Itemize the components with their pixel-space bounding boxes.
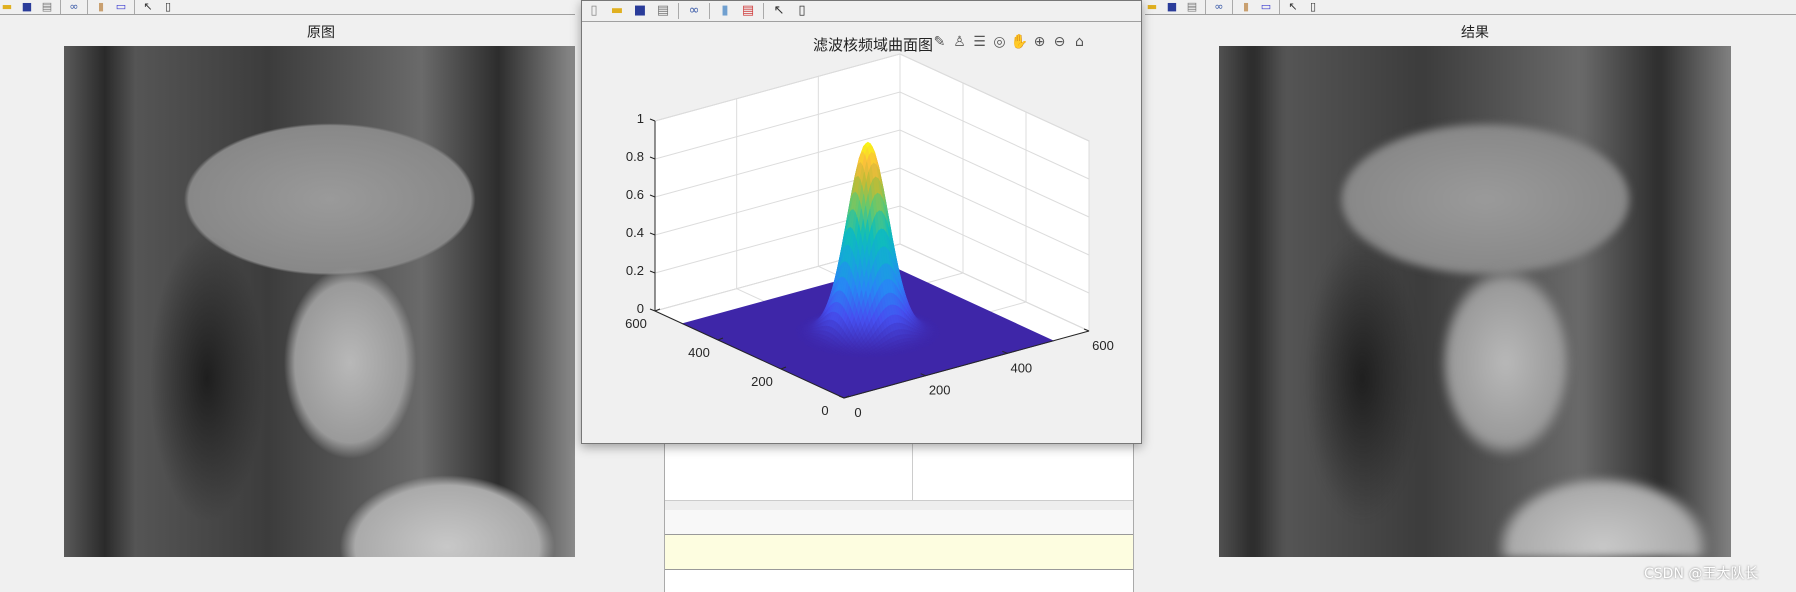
panel-column-divider [912, 443, 913, 500]
home-icon[interactable]: ⌂ [1071, 33, 1088, 51]
x-tick-label: 0 [854, 405, 861, 420]
surface-chart[interactable]: 0200400600020040060000.20.40.60.81 [582, 1, 1141, 443]
zoom-out-icon[interactable]: ⊖ [1051, 33, 1068, 51]
data-tips-icon[interactable]: ✎ [931, 33, 948, 51]
legend-icon[interactable]: ▭ [114, 0, 128, 14]
highlighted-row[interactable] [665, 535, 1133, 570]
result-image [1219, 46, 1731, 557]
z-tick-mark [649, 156, 656, 160]
axes-toolbar: ✎ ♙ ☰ ◎ ✋ ⊕ ⊖ ⌂ [931, 33, 1088, 51]
colorbar-icon[interactable]: ▮ [94, 0, 108, 14]
pointer-icon[interactable]: ↖ [1286, 0, 1300, 14]
z-tick-label: 0.6 [626, 187, 644, 202]
right-figure-toolbar: ▬ ■ ▤ ∞ ▮ ▭ ↖ ▯ [1145, 0, 1796, 15]
pan-icon[interactable]: ✋ [1011, 33, 1028, 51]
watermark: CSDN @王大队长 [1644, 566, 1759, 582]
legend-icon[interactable]: ▭ [1259, 0, 1273, 14]
z-tick-mark [649, 118, 656, 122]
y-tick-label: 200 [751, 374, 773, 389]
zoom-in-icon[interactable]: ⊕ [1031, 33, 1048, 51]
legend-toggle-icon[interactable]: ☰ [971, 33, 988, 51]
toolbar-divider [1279, 0, 1280, 14]
x-tick-label: 600 [1092, 338, 1114, 353]
left-figure-toolbar: ▬ ■ ▤ ∞ ▮ ▭ ↖ ▯ [0, 0, 575, 15]
link-icon[interactable]: ∞ [1212, 0, 1226, 14]
y-tick-label: 400 [688, 345, 710, 360]
y-tick-label: 0 [821, 403, 828, 418]
z-tick-label: 0.4 [626, 225, 644, 240]
original-image [64, 46, 575, 557]
background-window-panel [664, 443, 1134, 592]
z-tick-label: 0.8 [626, 149, 644, 164]
x-tick-label: 200 [929, 383, 951, 398]
z-tick-mark [649, 270, 656, 274]
axes-title: 滤波核频域曲面图 [813, 36, 934, 54]
property-inspector-icon[interactable]: ▯ [1306, 0, 1320, 14]
toolbar-divider [60, 0, 61, 14]
open-icon[interactable]: ▬ [0, 0, 14, 14]
pointer-icon[interactable]: ↖ [141, 0, 155, 14]
right-figure-title: 结果 [1461, 25, 1489, 41]
z-tick-label: 0 [637, 301, 644, 316]
link-icon[interactable]: ∞ [67, 0, 81, 14]
property-inspector-icon[interactable]: ▯ [161, 0, 175, 14]
z-tick-label: 0.2 [626, 263, 644, 278]
z-tick-mark [649, 308, 656, 312]
z-tick-mark [649, 194, 656, 198]
z-tick-mark [649, 232, 656, 236]
filter-surface-figure-window: ▯ ▬ ■ ▤ ∞ ▮ ▤ ↖ ▯ 0 200 400 600 0 200 400 600 0 0… [581, 0, 1142, 444]
toolbar-divider [134, 0, 135, 14]
brush-icon[interactable]: ♙ [951, 33, 968, 51]
save-icon[interactable]: ■ [1165, 0, 1179, 14]
save-icon[interactable]: ■ [20, 0, 34, 14]
panel-row [665, 510, 1133, 535]
toolbar-divider [1205, 0, 1206, 14]
open-icon[interactable]: ▬ [1145, 0, 1159, 14]
colorbar-icon[interactable]: ▮ [1239, 0, 1253, 14]
left-figure-title: 原图 [307, 25, 335, 41]
toolbar-divider [1232, 0, 1233, 14]
z-tick-label: 1 [637, 111, 644, 126]
print-icon[interactable]: ▤ [1185, 0, 1199, 14]
rotate-3d-icon[interactable]: ◎ [991, 33, 1008, 51]
y-tick-label: 600 [625, 316, 647, 331]
print-icon[interactable]: ▤ [40, 0, 54, 14]
toolbar-divider [87, 0, 88, 14]
x-tick-label: 400 [1010, 360, 1032, 375]
